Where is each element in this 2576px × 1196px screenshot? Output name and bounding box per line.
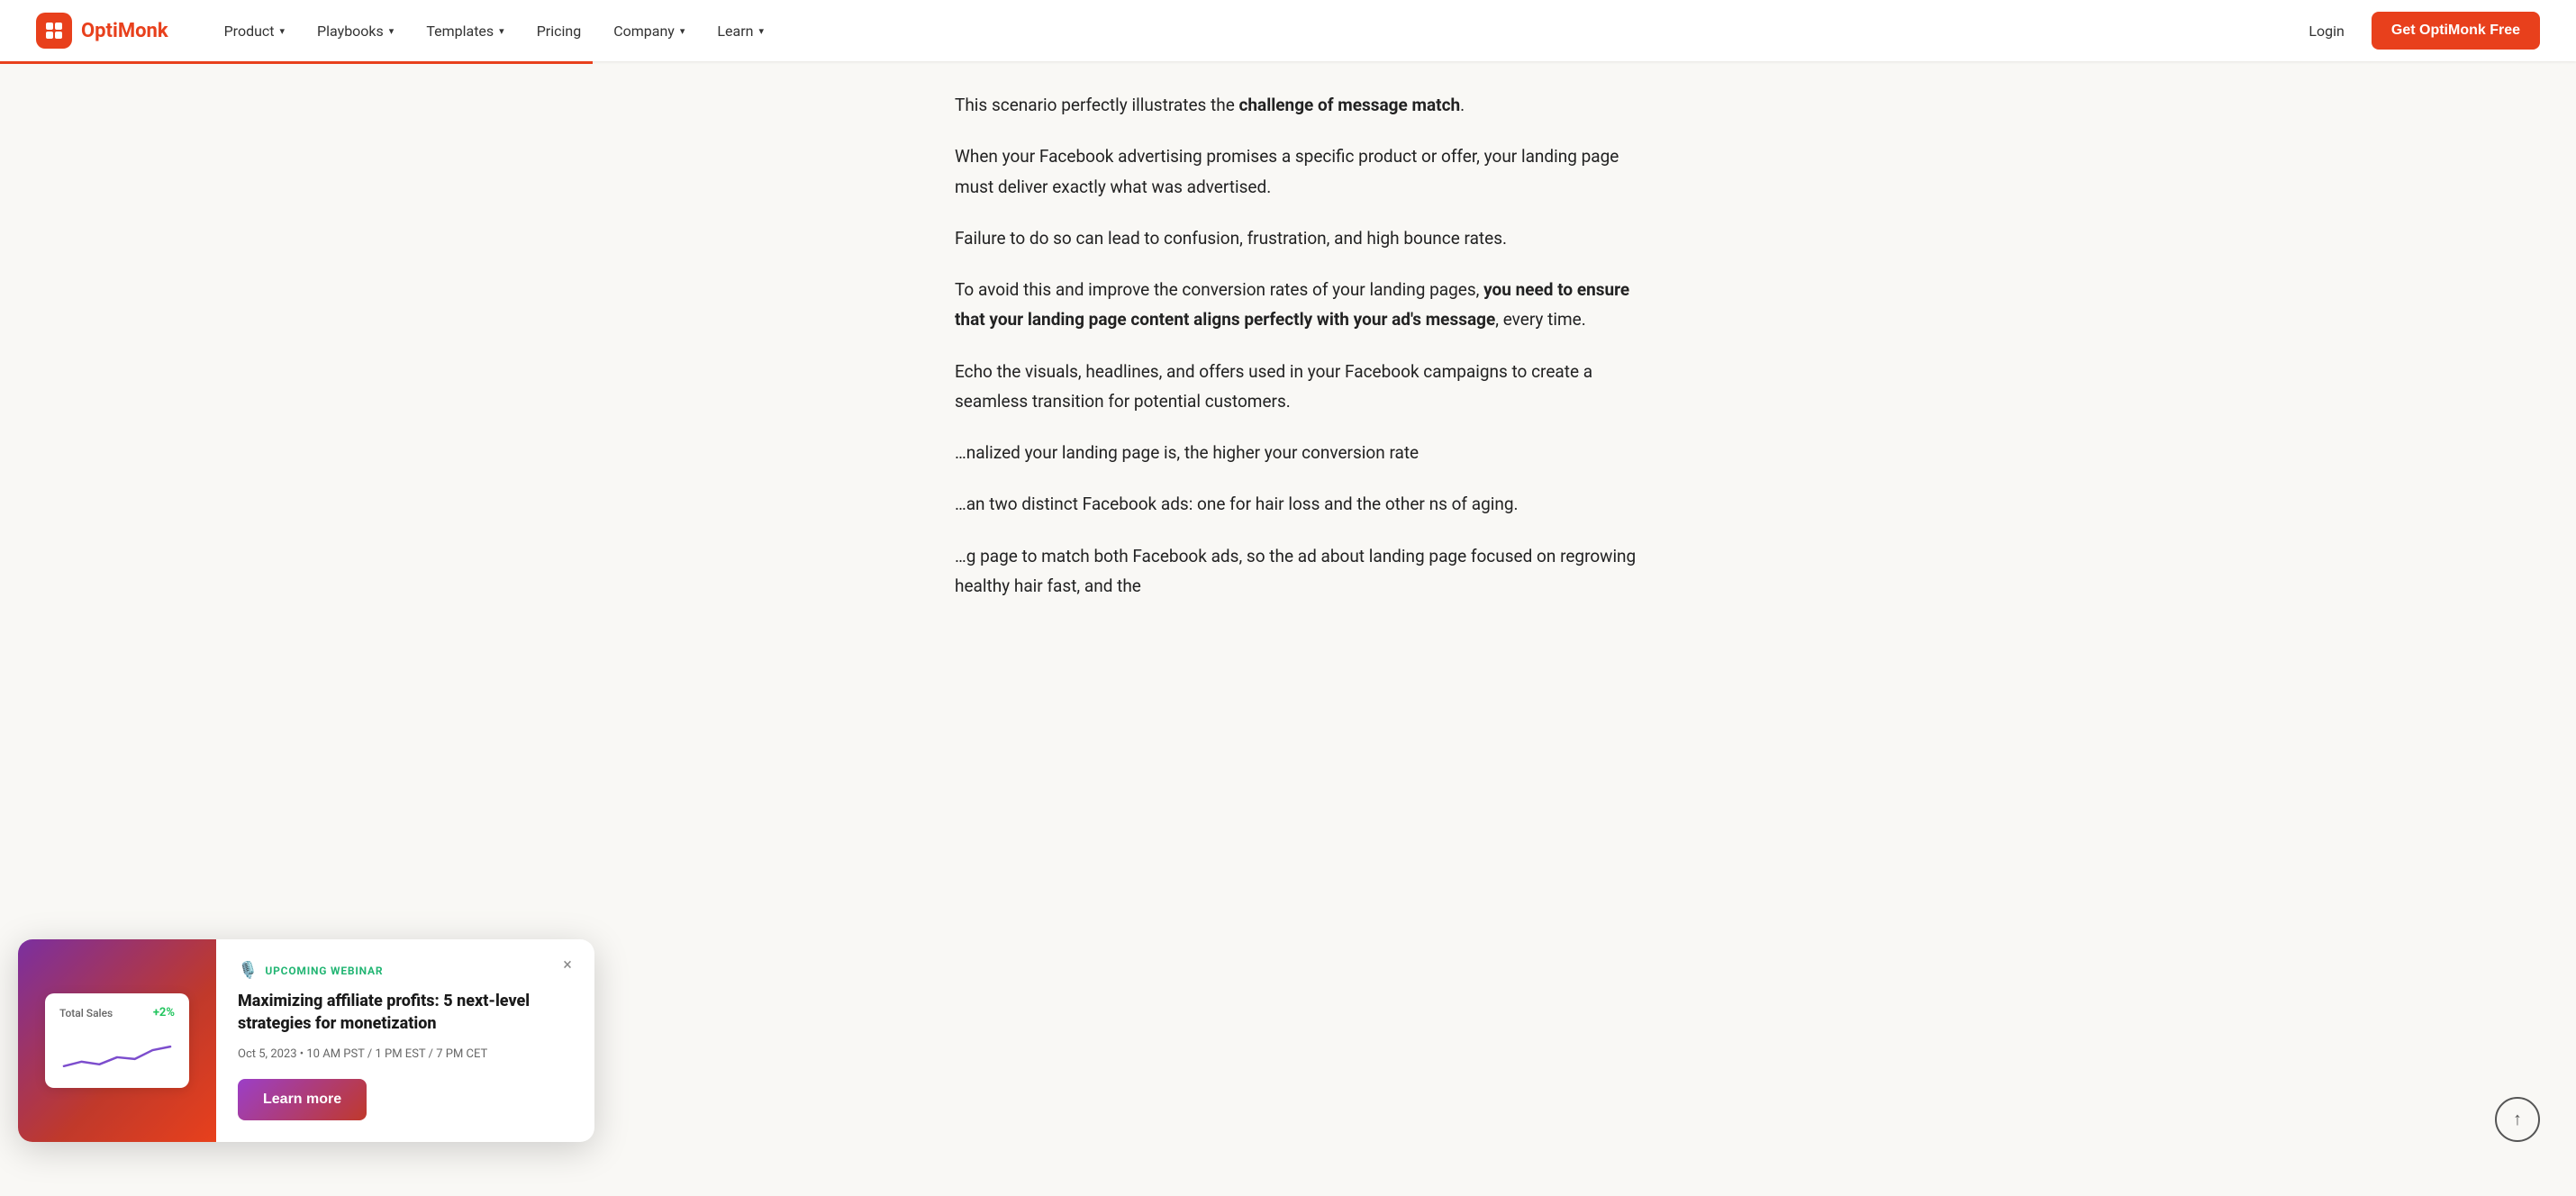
nav-pricing-label: Pricing — [537, 23, 582, 40]
nav-product[interactable]: Product ▾ — [212, 15, 297, 47]
popup-content-panel: × 🎙️ UPCOMING WEBINAR Maximizing affilia… — [216, 939, 594, 1142]
popup-badge-text: UPCOMING WEBINAR — [265, 965, 383, 977]
nav-playbooks-chevron-icon: ▾ — [389, 25, 395, 37]
scroll-up-icon: ↑ — [2513, 1110, 2522, 1130]
popup-card-header: Total Sales +2% — [59, 1006, 175, 1019]
nav-templates-chevron-icon: ▾ — [499, 25, 504, 37]
webinar-icon: 🎙️ — [238, 961, 258, 980]
logo-svg — [43, 20, 65, 41]
popup-date: Oct 5, 2023 • 10 AM PST / 1 PM EST / 7 P… — [238, 1047, 569, 1061]
para8-suffix: …g page to match both Facebook ads, so t… — [955, 546, 1636, 596]
nav-product-chevron-icon: ▾ — [280, 25, 286, 37]
nav-company[interactable]: Company ▾ — [601, 15, 697, 47]
nav-links: Product ▾ Playbooks ▾ Templates ▾ Pricin… — [212, 15, 2297, 47]
article-paragraph-8: …g page to match both Facebook ads, so t… — [955, 541, 1657, 602]
para6-suffix: …nalized your landing page is, the highe… — [955, 442, 1419, 463]
nav-pricing[interactable]: Pricing — [524, 15, 594, 47]
logo-text-monk: Monk — [118, 20, 168, 42]
login-button[interactable]: Login — [2296, 15, 2356, 47]
popup-learn-more-button[interactable]: Learn more — [238, 1079, 367, 1120]
logo-icon — [36, 13, 72, 49]
para1-bold: challenge of message match — [1239, 95, 1461, 115]
popup-card-chart — [59, 1030, 175, 1075]
nav-company-chevron-icon: ▾ — [680, 25, 685, 37]
navbar: OptiMonk Product ▾ Playbooks ▾ Templates… — [0, 0, 2576, 61]
nav-company-label: Company — [613, 23, 675, 40]
nav-product-label: Product — [224, 23, 275, 40]
para4-suffix: , every time. — [1495, 309, 1585, 330]
para4-prefix: To avoid this and improve the conversion… — [955, 279, 1483, 300]
popup-close-button[interactable]: × — [555, 952, 580, 977]
nav-templates[interactable]: Templates ▾ — [413, 15, 516, 47]
article-body: This scenario perfectly illustrates the … — [955, 90, 1657, 601]
nav-actions: Login Get OptiMonk Free — [2296, 12, 2540, 50]
nav-playbooks[interactable]: Playbooks ▾ — [304, 15, 406, 47]
nav-learn-label: Learn — [717, 23, 753, 40]
article-content: This scenario perfectly illustrates the … — [883, 0, 1693, 601]
popup-title: Maximizing affiliate profits: 5 next-lev… — [238, 991, 569, 1035]
popup-stats-card: Total Sales +2% — [45, 993, 189, 1088]
popup-card-title: Total Sales — [59, 1007, 113, 1019]
popup-badge: 🎙️ UPCOMING WEBINAR — [238, 961, 569, 980]
logo-text-opti: Opti — [81, 20, 118, 42]
para1-suffix: . — [1460, 95, 1465, 115]
get-free-button[interactable]: Get OptiMonk Free — [2372, 12, 2540, 50]
article-paragraph-6: …nalized your landing page is, the highe… — [955, 438, 1657, 467]
article-paragraph-4: To avoid this and improve the conversion… — [955, 275, 1657, 335]
nav-learn-chevron-icon: ▾ — [758, 25, 764, 37]
nav-templates-label: Templates — [426, 23, 494, 40]
webinar-popup: Total Sales +2% × 🎙️ UPCOMING WEBINAR Ma… — [18, 939, 594, 1142]
logo-link[interactable]: OptiMonk — [36, 13, 168, 49]
article-paragraph-7: …an two distinct Facebook ads: one for h… — [955, 489, 1657, 519]
article-paragraph-1: This scenario perfectly illustrates the … — [955, 90, 1657, 120]
popup-image-panel: Total Sales +2% — [18, 939, 216, 1142]
logo-text: OptiMonk — [81, 20, 168, 42]
para7-suffix: …an two distinct Facebook ads: one for h… — [955, 494, 1519, 514]
reading-progress-bar — [0, 61, 593, 64]
nav-playbooks-label: Playbooks — [317, 23, 384, 40]
para1-prefix: This scenario perfectly illustrates the — [955, 95, 1239, 115]
article-paragraph-5: Echo the visuals, headlines, and offers … — [955, 357, 1657, 417]
article-paragraph-2: When your Facebook advertising promises … — [955, 141, 1657, 202]
popup-card-value: +2% — [153, 1006, 175, 1019]
article-paragraph-3: Failure to do so can lead to confusion, … — [955, 223, 1657, 253]
scroll-to-top-button[interactable]: ↑ — [2495, 1097, 2540, 1142]
nav-learn[interactable]: Learn ▾ — [704, 15, 776, 47]
